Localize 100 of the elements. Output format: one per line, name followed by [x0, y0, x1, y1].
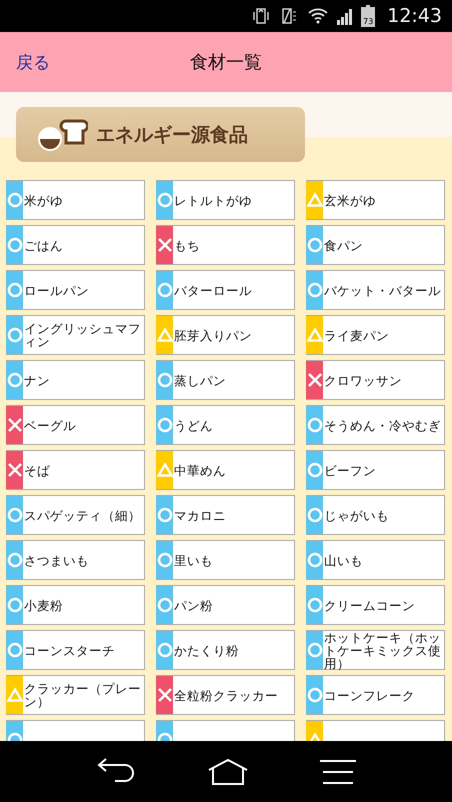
- circle-icon: [6, 327, 22, 343]
- food-item[interactable]: ライ麦パン: [306, 315, 445, 355]
- food-item[interactable]: 米がゆ: [6, 180, 145, 220]
- menu-icon[interactable]: [320, 758, 356, 784]
- food-item[interactable]: 玄米がゆ: [306, 180, 445, 220]
- circle-icon: [156, 282, 172, 298]
- circle-icon: [156, 552, 172, 568]
- food-name: ロールパン: [23, 284, 89, 296]
- food-name: かたくり粉: [173, 644, 239, 656]
- circle-icon: [306, 282, 322, 298]
- food-item[interactable]: 胚芽入りパン: [156, 315, 295, 355]
- circle-icon: [306, 237, 322, 253]
- food-name: もち: [173, 238, 200, 252]
- food-name: バケット・バタール: [323, 284, 441, 296]
- food-name: 米がゆ: [23, 194, 63, 206]
- wifi-icon: [307, 6, 330, 26]
- triangle-icon: [6, 687, 22, 703]
- circle-icon: [156, 417, 172, 433]
- food-name: さつまいも: [23, 554, 89, 566]
- food-item[interactable]: ベーグル: [6, 405, 145, 445]
- food-item[interactable]: クラッカー（プレーン）: [6, 675, 145, 715]
- cross-icon: [156, 237, 172, 253]
- cross-icon: [156, 687, 172, 703]
- food-name: 蒸しパン: [173, 374, 226, 386]
- circle-icon: [306, 597, 322, 613]
- food-item[interactable]: そば: [6, 450, 145, 490]
- food-item[interactable]: 山いも: [306, 540, 445, 580]
- food-item[interactable]: ごはん: [6, 225, 145, 265]
- food-item[interactable]: うどん: [156, 405, 295, 445]
- food-item[interactable]: もち: [156, 225, 295, 265]
- food-item[interactable]: マカロニ: [156, 495, 295, 535]
- circle-icon: [6, 642, 22, 658]
- food-item[interactable]: ビーフン: [306, 450, 445, 490]
- circle-icon: [6, 372, 22, 388]
- food-item[interactable]: 小麦粉: [6, 585, 145, 625]
- food-name: ホットケーキ（ホットケーキミックス使用）: [323, 630, 442, 670]
- triangle-icon: [156, 327, 172, 343]
- cross-icon: [306, 372, 322, 388]
- home-icon[interactable]: [206, 758, 249, 786]
- circle-icon: [156, 372, 172, 388]
- food-item[interactable]: 蒸しパン: [156, 360, 295, 400]
- food-name: ナン: [23, 374, 50, 386]
- section-title: エネルギー源食品: [96, 122, 248, 148]
- circle-icon: [156, 192, 172, 208]
- circle-icon: [6, 507, 22, 523]
- circle-icon: [306, 462, 322, 478]
- food-name: ベーグル: [23, 418, 76, 432]
- food-item[interactable]: コーンフレーク: [306, 675, 445, 715]
- food-item[interactable]: ロールパン: [6, 270, 145, 310]
- food-item[interactable]: ホットケーキ（ホットケーキミックス使用）: [306, 630, 445, 670]
- food-item[interactable]: クリームコーン: [306, 585, 445, 625]
- food-item[interactable]: ナン: [6, 360, 145, 400]
- triangle-icon: [306, 327, 322, 343]
- food-name: うどん: [173, 418, 213, 432]
- circle-icon: [306, 552, 322, 568]
- food-item[interactable]: スパゲッティ（細）: [6, 495, 145, 535]
- food-item[interactable]: イングリッシュマフィン: [6, 315, 145, 355]
- food-name: コーンスターチ: [23, 644, 115, 656]
- cross-icon: [6, 462, 22, 478]
- food-name: スパゲッティ（細）: [23, 508, 141, 522]
- food-item[interactable]: パン粉: [156, 585, 295, 625]
- circle-icon: [6, 552, 22, 568]
- food-item[interactable]: クロワッサン: [306, 360, 445, 400]
- food-name: ライ麦パン: [323, 328, 389, 342]
- food-name: 小麦粉: [23, 598, 63, 612]
- food-item[interactable]: 全粒粉クラッカー: [156, 675, 295, 715]
- circle-icon: [6, 237, 22, 253]
- food-item[interactable]: レトルトがゆ: [156, 180, 295, 220]
- circle-icon: [156, 642, 172, 658]
- food-name: 玄米がゆ: [323, 194, 376, 206]
- food-name: 山いも: [323, 554, 363, 566]
- food-item[interactable]: バケット・バタール: [306, 270, 445, 310]
- food-name: 食パン: [323, 238, 363, 252]
- food-name: そば: [23, 464, 50, 476]
- battery-level: 73: [362, 17, 374, 26]
- food-item[interactable]: そうめん・冷やむぎ: [306, 405, 445, 445]
- food-item[interactable]: じゃがいも: [306, 495, 445, 535]
- food-item[interactable]: 里いも: [156, 540, 295, 580]
- food-item[interactable]: 食パン: [306, 225, 445, 265]
- food-name: バターロール: [173, 284, 252, 296]
- food-item[interactable]: バターロール: [156, 270, 295, 310]
- food-name: コーンフレーク: [323, 688, 415, 702]
- food-name: 里いも: [173, 554, 213, 566]
- back-button[interactable]: 戻る: [16, 50, 50, 74]
- circle-icon: [306, 417, 322, 433]
- food-item[interactable]: 中華めん: [156, 450, 295, 490]
- screen-title: 食材一覧: [190, 51, 262, 74]
- food-name: レトルトがゆ: [173, 194, 252, 206]
- circle-icon: [306, 507, 322, 523]
- food-name: クロワッサン: [323, 374, 402, 386]
- cross-icon: [6, 417, 22, 433]
- food-name: マカロニ: [173, 508, 226, 522]
- food-item[interactable]: さつまいも: [6, 540, 145, 580]
- circle-icon: [6, 192, 22, 208]
- food-item[interactable]: コーンスターチ: [6, 630, 145, 670]
- food-name: 中華めん: [173, 464, 226, 476]
- circle-icon: [6, 597, 22, 613]
- triangle-icon: [156, 462, 172, 478]
- food-item[interactable]: かたくり粉: [156, 630, 295, 670]
- food-name: 全粒粉クラッカー: [173, 688, 278, 702]
